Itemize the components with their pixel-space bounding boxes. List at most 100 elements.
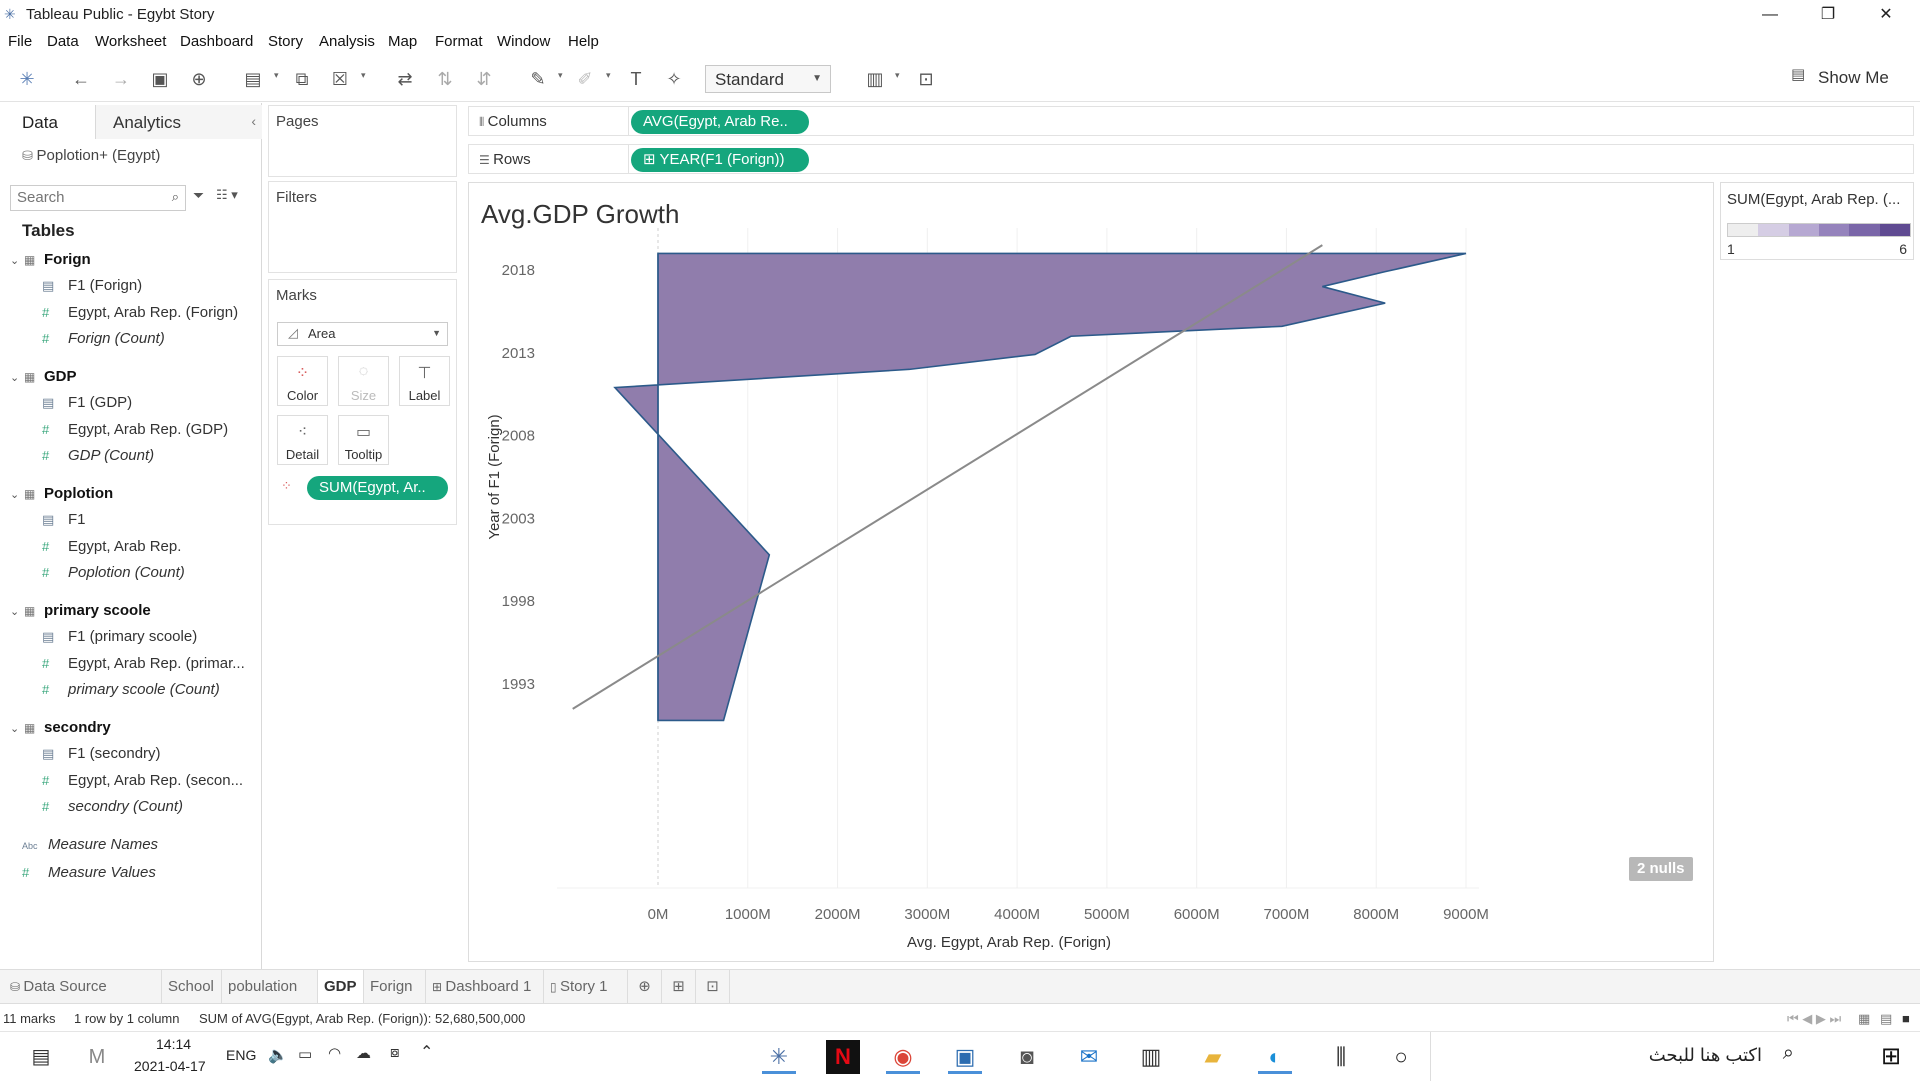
menu-story[interactable]: Story (268, 33, 303, 50)
camera-icon[interactable]: ◙ (1010, 1040, 1044, 1074)
group-dropdown-icon[interactable]: ▾ (606, 70, 611, 81)
datasource-item[interactable]: ⛁ Poplotion+ (Egypt) (22, 147, 160, 164)
tooltip-button[interactable]: ▭ Tooltip (338, 415, 389, 465)
data-point[interactable] (907, 367, 911, 371)
notifications-icon[interactable]: ▤ (24, 1040, 58, 1074)
tab-data-source[interactable]: ⛁ Data Source (4, 970, 162, 1003)
clear-sheet-icon[interactable]: ☒ (327, 66, 353, 92)
volume-icon[interactable]: 🔈 (268, 1045, 288, 1065)
data-point[interactable] (1464, 251, 1468, 255)
fit-select[interactable]: Standard ▼ (705, 65, 831, 93)
tab-dashboard-1[interactable]: ⊞ Dashboard 1 (426, 970, 544, 1003)
field-item[interactable]: # Forign (Count) (42, 330, 165, 347)
tab-analytics[interactable]: Analytics (96, 105, 262, 139)
windows-start-icon[interactable]: ⊞ (1874, 1040, 1908, 1074)
measure-names-field[interactable]: Abc Measure Names (22, 836, 158, 853)
pages-card[interactable]: Pages (268, 105, 457, 177)
data-point[interactable] (1069, 334, 1073, 338)
field-item[interactable]: # Egypt, Arab Rep. (Forign) (42, 304, 238, 321)
menu-help[interactable]: Help (568, 33, 599, 50)
restore-button[interactable]: ❐ (1808, 2, 1848, 28)
columns-field-pill[interactable]: AVG(Egypt, Arab Re.. (631, 110, 809, 134)
highlight-icon[interactable]: ✎ (525, 66, 551, 92)
field-item[interactable]: # Egypt, Arab Rep. (secon... (42, 772, 243, 789)
color-field-pill[interactable]: SUM(Egypt, Ar.. (307, 476, 448, 500)
menu-data[interactable]: Data (47, 33, 79, 50)
group-icon[interactable]: ✐ (572, 66, 598, 92)
redo-icon[interactable]: → (108, 66, 134, 92)
field-item[interactable]: # Egypt, Arab Rep. (GDP) (42, 421, 228, 438)
tab-forign[interactable]: Forign (364, 970, 426, 1003)
tab-story-1[interactable]: ▯ Story 1 (544, 970, 628, 1003)
data-point[interactable] (1320, 284, 1324, 288)
show-labels-icon[interactable]: T (623, 66, 649, 92)
size-button[interactable]: ◌ Size (338, 356, 389, 406)
tableau-taskbar-icon[interactable]: ✳ (762, 1040, 796, 1074)
table-secondry[interactable]: ⌄ ▦ secondry (10, 719, 111, 736)
tab-pobulation[interactable]: pobulation (222, 970, 318, 1003)
cloud-icon[interactable]: ☁ (356, 1044, 371, 1062)
field-item[interactable]: # primary scoole (Count) (42, 681, 220, 698)
taskbar-search[interactable]: اكتب هنا للبحث ⌕ (1430, 1032, 1850, 1081)
filter-icon[interactable]: ⏷ (193, 187, 204, 204)
duplicate-sheet-icon[interactable]: ⧉ (289, 66, 315, 92)
clock-time[interactable]: 14:14 (156, 1036, 191, 1052)
columns-shelf[interactable]: ⦀ Columns AVG(Egypt, Arab Re.. (468, 106, 1914, 136)
tableau-home-icon[interactable]: ✳ (14, 66, 40, 92)
add-datasource-icon[interactable]: ⊕ (186, 66, 212, 92)
table-gdp[interactable]: ⌄ ▦ GDP (10, 368, 77, 385)
tab-gdp[interactable]: GDP (318, 970, 364, 1003)
rows-shelf[interactable]: ☰ Rows ⊞ YEAR(F1 (Forign)) (468, 144, 1914, 174)
show-me-button[interactable]: Show Me (1818, 68, 1889, 88)
collapse-pane-icon[interactable]: ‹ (251, 113, 256, 129)
task-view-icon[interactable]: ⫼ (1324, 1040, 1358, 1074)
field-item[interactable]: # Egypt, Arab Rep. (primar... (42, 655, 245, 672)
new-worksheet-icon[interactable]: ▤ (240, 66, 266, 92)
minimize-button[interactable]: — (1750, 2, 1790, 28)
area-mark[interactable] (613, 252, 1467, 722)
store-icon[interactable]: ▥ (1134, 1040, 1168, 1074)
menu-map[interactable]: Map (388, 33, 417, 50)
menu-format[interactable]: Format (435, 33, 483, 50)
field-item[interactable]: ▤ F1 (42, 511, 86, 528)
cortana-icon[interactable]: ○ (1384, 1040, 1418, 1074)
filters-card[interactable]: Filters (268, 181, 457, 273)
field-item[interactable]: ▤ F1 (primary scoole) (42, 628, 197, 645)
search-input[interactable] (17, 189, 157, 206)
new-worksheet-tab-button[interactable]: ⊕ (628, 970, 662, 1003)
new-story-tab-button[interactable]: ⊡ (696, 970, 730, 1003)
data-point[interactable] (1280, 324, 1284, 328)
table-forign[interactable]: ⌄ ▦ Forign (10, 251, 91, 268)
new-dashboard-tab-button[interactable]: ⊞ (662, 970, 696, 1003)
data-point[interactable] (721, 718, 725, 722)
menu-worksheet[interactable]: Worksheet (95, 33, 166, 50)
sheet-sorter-icon[interactable]: ▦ (1858, 1011, 1870, 1027)
menu-dashboard[interactable]: Dashboard (180, 33, 253, 50)
measure-values-field[interactable]: # Measure Values (22, 864, 156, 881)
x-axis-label[interactable]: Avg. Egypt, Arab Rep. (Forign) (907, 934, 1111, 951)
detail-button[interactable]: ⁖ Detail (277, 415, 328, 465)
field-item[interactable]: # GDP (Count) (42, 447, 154, 464)
chart[interactable]: 0M 1000M 2000M 3000M 4000M 5000M 6000M 7000M 800… (469, 183, 1713, 961)
edge-icon[interactable]: ◐ (1258, 1040, 1292, 1074)
clear-sheet-dropdown-icon[interactable]: ▾ (361, 70, 366, 81)
menu-file[interactable]: File (8, 33, 32, 50)
undo-icon[interactable]: ← (68, 66, 94, 92)
color-legend[interactable]: SUM(Egypt, Arab Rep. (... 1 6 (1720, 182, 1914, 260)
tabs-view-icon[interactable]: ■ (1902, 1011, 1910, 1026)
pin-axes-icon[interactable]: ✧ (661, 66, 687, 92)
color-button[interactable]: ⁘ Color (277, 356, 328, 406)
data-point[interactable] (1033, 352, 1037, 356)
menu-analysis[interactable]: Analysis (319, 33, 375, 50)
highlight-dropdown-icon[interactable]: ▾ (558, 70, 563, 81)
field-item[interactable]: # secondry (Count) (42, 798, 183, 815)
tab-school[interactable]: School (162, 970, 222, 1003)
new-worksheet-dropdown-icon[interactable]: ▾ (274, 70, 279, 81)
field-item[interactable]: ▤ F1 (GDP) (42, 394, 132, 411)
close-button[interactable]: ✕ (1866, 2, 1906, 28)
show-cards-icon[interactable]: ▥ (862, 66, 888, 92)
mark-type-select[interactable]: ◿ Area ▼ (277, 322, 448, 346)
show-hidden-icons-chevron-icon[interactable]: ⌃ (420, 1042, 433, 1062)
mail-icon[interactable]: ✉ (1072, 1040, 1106, 1074)
data-point[interactable] (1383, 301, 1387, 305)
